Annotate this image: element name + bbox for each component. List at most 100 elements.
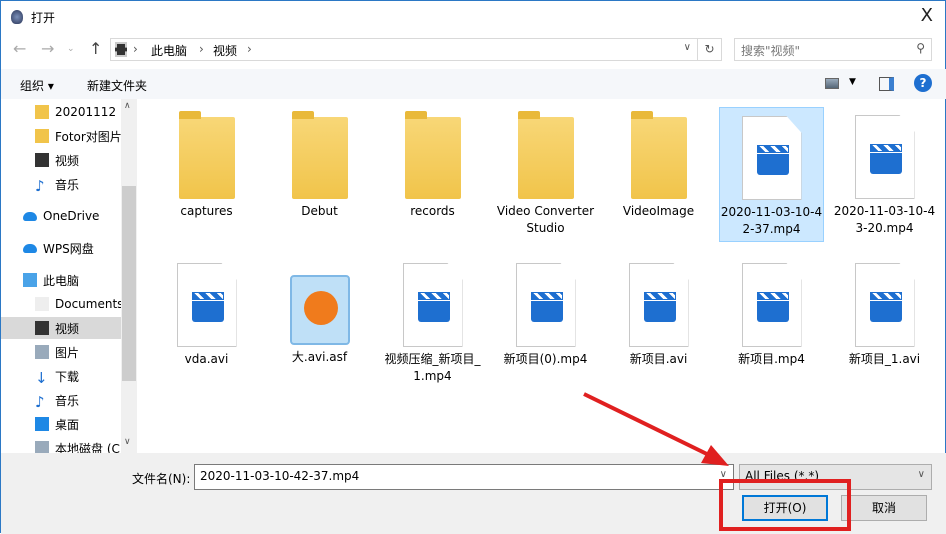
- address-dropdown-icon[interactable]: ∨: [684, 42, 691, 53]
- folder-icon: [35, 129, 49, 143]
- preview-pane-icon[interactable]: [879, 77, 894, 91]
- drive-icon: [35, 441, 49, 453]
- file-name: 视频压缩_新项目_1.mp4: [384, 352, 481, 383]
- video-file-icon: [854, 115, 915, 199]
- file-name: 新项目(0).mp4: [503, 352, 588, 366]
- recent-chevron-icon[interactable]: ⌄: [67, 44, 75, 54]
- nav-item[interactable]: ♪ 音乐: [1, 173, 121, 195]
- nav-item[interactable]: 本地磁盘 (C: [1, 437, 121, 453]
- folder-item[interactable]: captures: [154, 107, 259, 242]
- doc-icon: [35, 297, 49, 311]
- chevron-right-icon: ›: [247, 42, 252, 56]
- help-icon[interactable]: ?: [914, 74, 932, 92]
- filename-input[interactable]: 2020-11-03-10-42-37.mp4 ∨: [194, 464, 734, 490]
- scroll-down-icon[interactable]: ∨: [124, 437, 131, 447]
- view-dropdown-icon[interactable]: ▼: [849, 77, 856, 87]
- folder-item[interactable]: Video Converter Studio: [493, 107, 598, 242]
- nav-item-label: 视频: [55, 321, 80, 336]
- media-player-icon: [289, 275, 350, 345]
- cloud-icon: [23, 211, 37, 221]
- forward-arrow-icon[interactable]: →: [41, 39, 54, 58]
- view-options-icon[interactable]: [825, 78, 839, 89]
- video-file-icon: [854, 263, 915, 347]
- nav-item-label: 音乐: [55, 177, 80, 192]
- nav-item-label: 音乐: [55, 393, 80, 408]
- nav-item[interactable]: 视频: [1, 317, 121, 339]
- filename-value: 2020-11-03-10-42-37.mp4: [200, 469, 360, 483]
- nav-item-label: 视频: [55, 153, 80, 168]
- nav-item-label: 桌面: [55, 417, 80, 432]
- chevron-right-icon: ›: [133, 42, 138, 56]
- refresh-button[interactable]: ↻: [698, 38, 722, 61]
- folder-icon: [178, 111, 235, 199]
- filename-label: 文件名(N):: [132, 472, 191, 486]
- pc-icon: [23, 273, 37, 287]
- clapperboard-icon: [869, 144, 902, 174]
- nav-item[interactable]: 桌面: [1, 413, 121, 435]
- file-item[interactable]: 2020-11-03-10-43-20.mp4: [832, 107, 937, 242]
- nav-item-label: WPS网盘: [43, 241, 94, 256]
- file-name: captures: [180, 204, 233, 218]
- nav-item-label: Fotor对图片: [55, 129, 122, 144]
- video-icon: [35, 153, 49, 167]
- folder-item[interactable]: VideoImage: [606, 107, 711, 242]
- nav-item[interactable]: 图片: [1, 341, 121, 363]
- nav-item[interactable]: 视频: [1, 149, 121, 171]
- nav-item[interactable]: 此电脑: [1, 269, 121, 291]
- nav-item[interactable]: Fotor对图片: [1, 125, 122, 147]
- file-item[interactable]: 新项目_1.avi: [832, 259, 937, 389]
- file-item[interactable]: 2020-11-03-10-42-37.mp4: [719, 107, 824, 242]
- chevron-down-icon: ∨: [917, 469, 925, 480]
- close-button[interactable]: X: [921, 5, 933, 26]
- video-folder-icon: [115, 42, 127, 57]
- clapperboard-icon: [869, 292, 902, 322]
- nav-item[interactable]: WPS网盘: [1, 237, 121, 259]
- video-file-icon: [515, 263, 576, 347]
- file-name: vda.avi: [184, 352, 229, 366]
- file-item[interactable]: 新项目(0).mp4: [493, 259, 598, 389]
- nav-item[interactable]: ♪ 音乐: [1, 389, 121, 411]
- scroll-up-icon[interactable]: ∧: [124, 101, 131, 111]
- nav-item-label: 20201112: [55, 105, 117, 119]
- new-folder-button[interactable]: 新建文件夹: [87, 77, 147, 94]
- file-name: VideoImage: [622, 204, 695, 218]
- cancel-button[interactable]: 取消: [841, 495, 927, 521]
- search-placeholder: 搜索"视频": [741, 44, 801, 58]
- file-item[interactable]: vda.avi: [154, 259, 259, 389]
- video-file-icon: [741, 263, 802, 347]
- folder-icon: [630, 111, 687, 199]
- file-item[interactable]: 视频压缩_新项目_1.mp4: [380, 259, 485, 389]
- organize-button[interactable]: 组织 ▾: [20, 77, 54, 94]
- scrollbar-thumb[interactable]: [122, 186, 136, 381]
- search-input[interactable]: 搜索"视频" ⚲: [734, 38, 932, 61]
- toolbar: 组织 ▾ 新建文件夹 ▼ ?: [1, 69, 946, 99]
- file-item[interactable]: 新项目.mp4: [719, 259, 824, 389]
- nav-item[interactable]: Documents: [1, 293, 123, 315]
- breadcrumb-this-pc[interactable]: 此电脑: [151, 42, 187, 59]
- app-icon: [11, 10, 23, 24]
- file-item[interactable]: 大.avi.asf: [267, 259, 372, 389]
- breadcrumb-videos[interactable]: 视频: [213, 42, 237, 59]
- file-name: 2020-11-03-10-42-37.mp4: [720, 205, 823, 236]
- file-name: 新项目.mp4: [738, 352, 805, 366]
- nav-item-label: 图片: [55, 345, 80, 360]
- video-file-icon: [176, 263, 237, 347]
- clapperboard-icon: [756, 292, 789, 322]
- folder-item[interactable]: records: [380, 107, 485, 242]
- folder-item[interactable]: Debut: [267, 107, 372, 242]
- file-name: Debut: [301, 204, 338, 218]
- file-name: 2020-11-03-10-43-20.mp4: [833, 204, 936, 235]
- back-arrow-icon[interactable]: ←: [13, 39, 26, 58]
- file-item[interactable]: 新项目.avi: [606, 259, 711, 389]
- clapperboard-icon: [530, 292, 563, 322]
- nav-item-label: OneDrive: [43, 209, 100, 223]
- up-arrow-icon[interactable]: ↑: [89, 39, 102, 58]
- file-name: 新项目.avi: [629, 352, 688, 366]
- address-bar[interactable]: › 此电脑 › 视频 › ∨: [110, 38, 698, 61]
- clapperboard-icon: [756, 145, 789, 175]
- file-name: 新项目_1.avi: [848, 352, 921, 366]
- music-icon: ♪: [35, 393, 45, 411]
- nav-item[interactable]: OneDrive: [1, 205, 121, 227]
- nav-item[interactable]: 20201112: [1, 101, 121, 123]
- nav-item[interactable]: ↓ 下载: [1, 365, 121, 387]
